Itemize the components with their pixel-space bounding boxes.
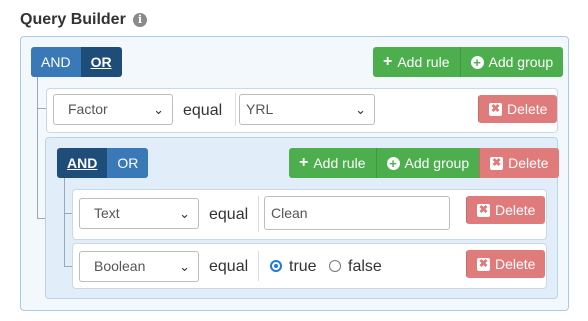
- info-icon[interactable]: i: [133, 13, 147, 27]
- value-input-text[interactable]: Clean: [264, 196, 450, 230]
- tree-connector: [37, 77, 38, 219]
- rule-actions: ✖ Delete: [478, 95, 558, 123]
- outer-and-button[interactable]: AND: [31, 47, 81, 77]
- delete-rule-button[interactable]: ✖ Delete: [466, 196, 546, 224]
- x-icon: ✖: [490, 156, 504, 170]
- delete-label: Delete: [495, 202, 536, 218]
- radio-false[interactable]: [329, 260, 341, 272]
- rule-actions: ✖ Delete: [466, 250, 546, 278]
- x-icon: ✖: [477, 203, 490, 217]
- x-icon: ✖: [489, 102, 502, 116]
- value-select-factor[interactable]: YRL ⌄: [239, 94, 375, 125]
- inner-condition-toggle: AND OR: [57, 148, 149, 178]
- inner-delete-group-button[interactable]: ✖ Delete: [479, 148, 559, 178]
- outer-add-group-button[interactable]: + Add group: [459, 47, 564, 77]
- chevron-down-icon: ⌄: [179, 206, 190, 221]
- tree-connector: [64, 178, 65, 267]
- page-title: Query Builder: [20, 11, 126, 28]
- inner-and-button[interactable]: AND: [57, 148, 108, 178]
- rule-actions: ✖ Delete: [466, 196, 546, 224]
- add-rule-label: Add rule: [397, 54, 450, 70]
- delete-label: Delete: [495, 256, 536, 272]
- separator: [258, 196, 259, 232]
- radio-false-label: false: [348, 258, 382, 275]
- field-select-text[interactable]: Text ⌄: [79, 198, 199, 229]
- chevron-down-icon: ⌄: [179, 259, 190, 274]
- separator: [235, 93, 236, 126]
- outer-add-rule-button[interactable]: + Add rule: [373, 47, 460, 77]
- delete-label: Delete: [508, 155, 549, 171]
- plus-circle-icon: +: [386, 156, 400, 170]
- inner-actions: + Add rule + Add group ✖ Delete: [289, 148, 559, 178]
- x-icon: ✖: [477, 257, 490, 271]
- separator: [258, 251, 259, 281]
- radio-true-label: true: [289, 258, 317, 275]
- inner-or-button[interactable]: OR: [107, 148, 149, 178]
- field-select-value: Text: [94, 205, 120, 221]
- outer-condition-toggle: AND OR: [31, 47, 122, 77]
- chevron-down-icon: ⌄: [153, 102, 164, 117]
- operator-label: equal: [209, 258, 249, 275]
- operator-label: equal: [183, 102, 223, 119]
- inner-add-rule-button[interactable]: + Add rule: [289, 148, 376, 178]
- operator-label: equal: [209, 206, 249, 223]
- add-rule-label: Add rule: [313, 155, 366, 171]
- value-select-value: YRL: [246, 101, 274, 117]
- outer-or-button[interactable]: OR: [80, 47, 122, 77]
- add-group-label: Add group: [488, 54, 554, 70]
- chevron-down-icon: ⌄: [355, 102, 366, 117]
- add-group-label: Add group: [404, 155, 470, 171]
- outer-actions: + Add rule + Add group: [373, 47, 564, 77]
- plus-icon: +: [383, 53, 393, 70]
- field-select-value: Boolean: [94, 258, 146, 274]
- delete-label: Delete: [507, 101, 548, 117]
- radio-true[interactable]: [270, 260, 282, 272]
- delete-rule-button[interactable]: ✖ Delete: [466, 250, 546, 278]
- inner-add-group-button[interactable]: + Add group: [375, 148, 480, 178]
- delete-rule-button[interactable]: ✖ Delete: [478, 95, 558, 123]
- plus-circle-icon: +: [470, 55, 484, 69]
- field-select-boolean[interactable]: Boolean ⌄: [79, 251, 199, 282]
- plus-icon: +: [299, 154, 309, 171]
- field-select-factor[interactable]: Factor ⌄: [53, 94, 173, 125]
- field-select-value: Factor: [68, 101, 108, 117]
